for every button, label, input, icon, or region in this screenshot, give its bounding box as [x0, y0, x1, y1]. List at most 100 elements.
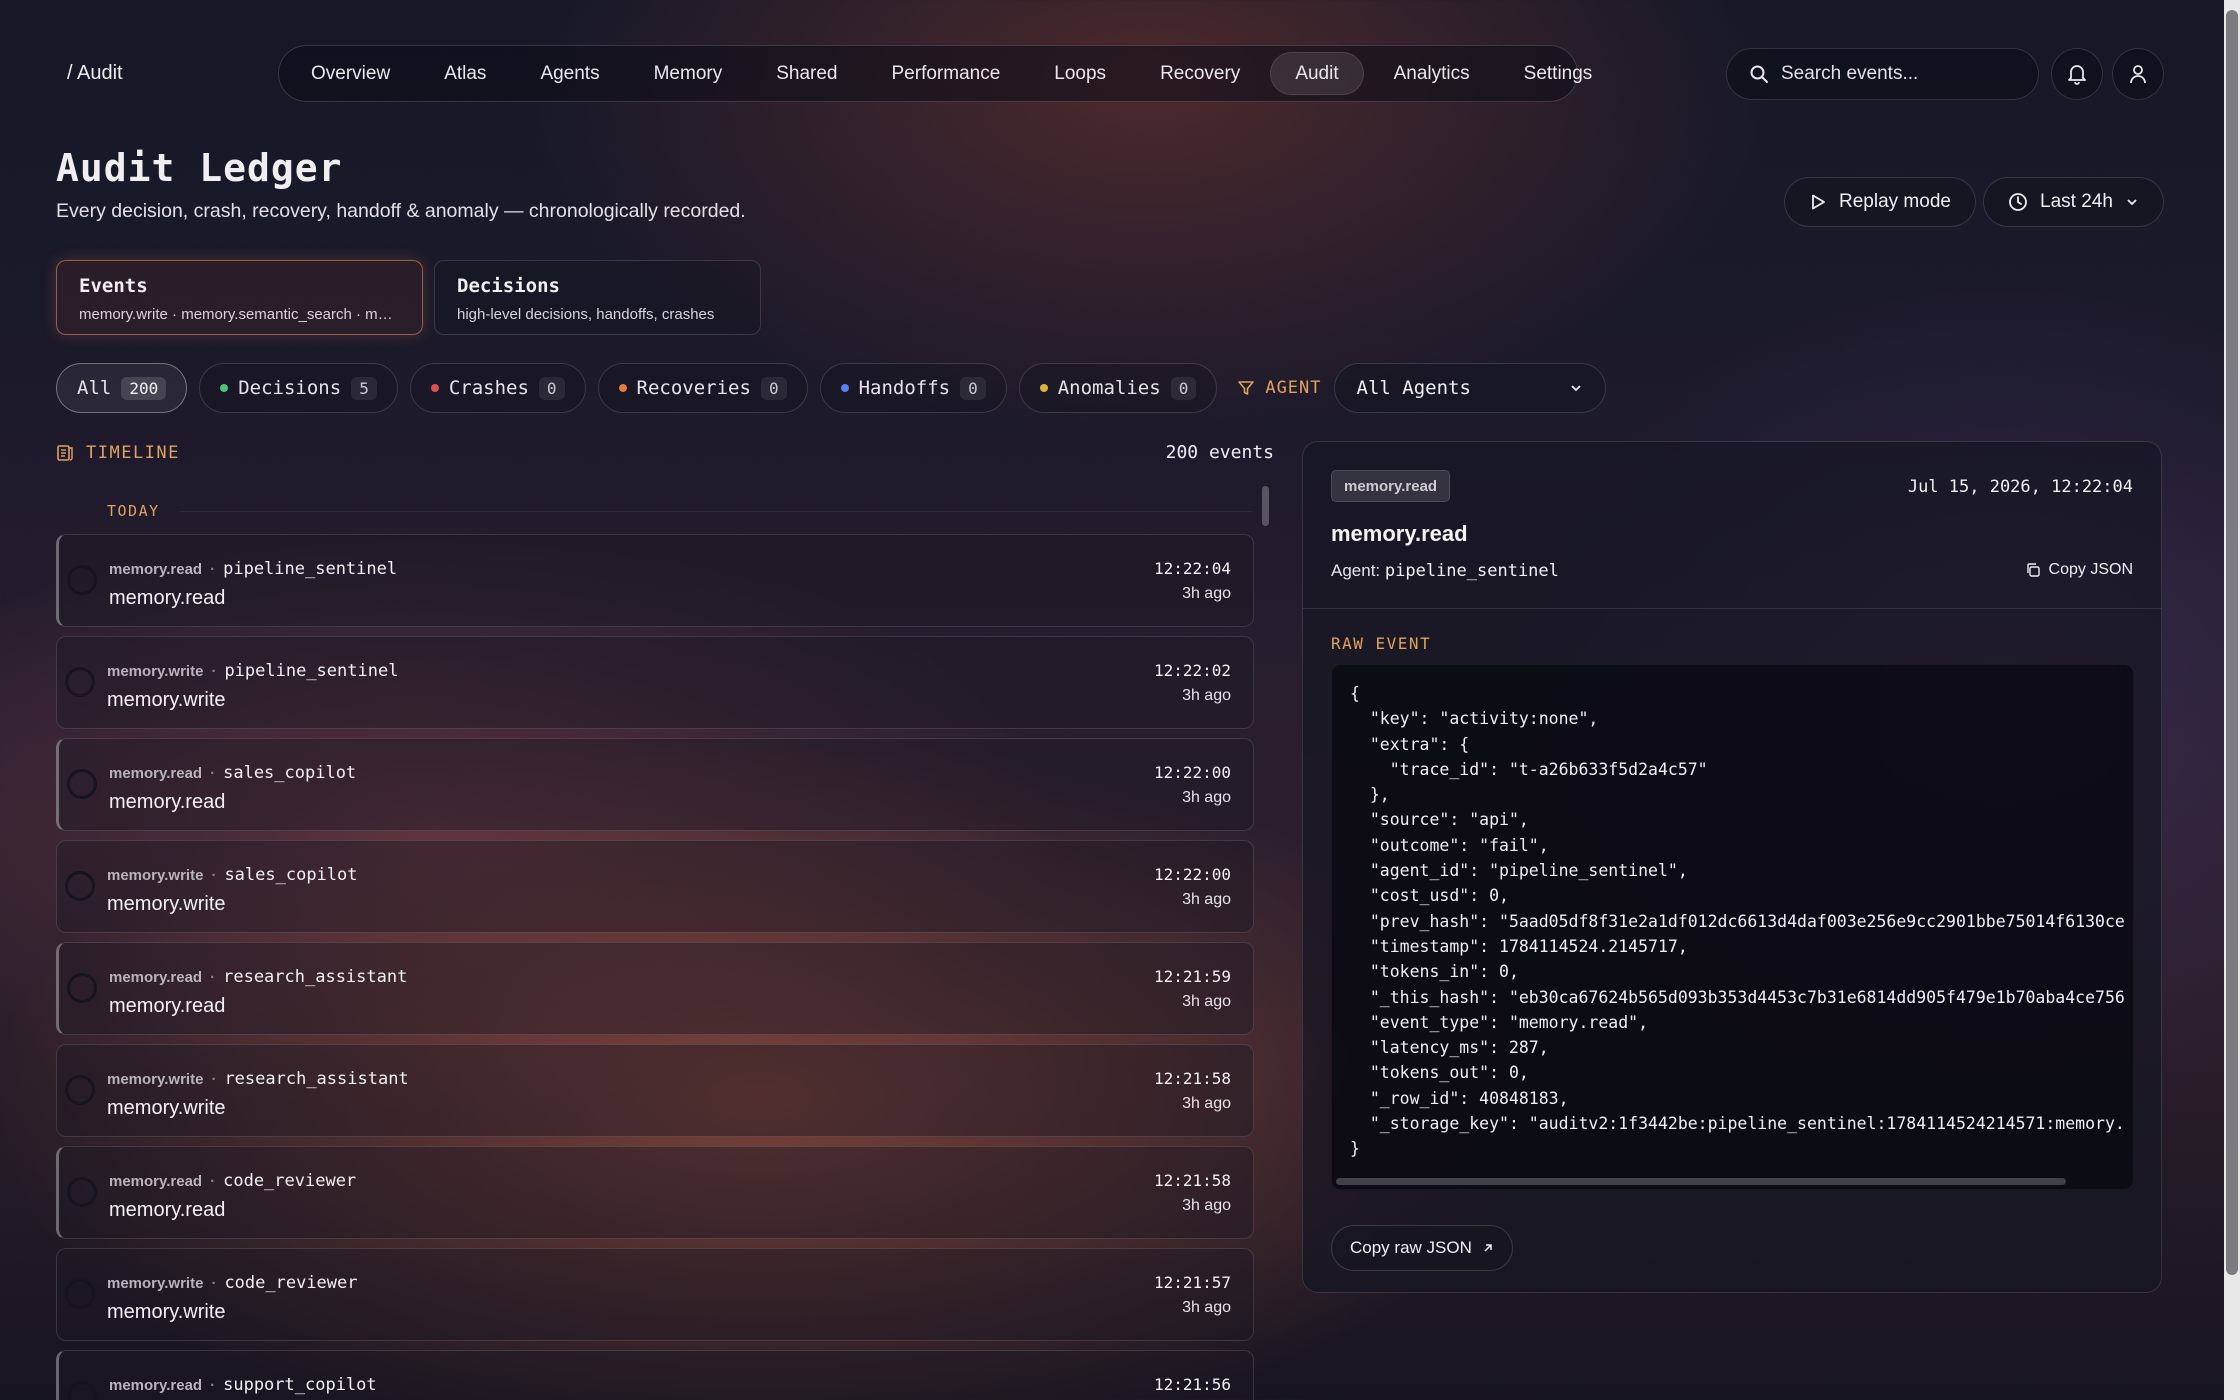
event-relative-time: 3h ago	[1182, 891, 1231, 908]
timeline-node	[67, 565, 97, 595]
event-type-line: memory.write · code_reviewer	[107, 1273, 358, 1293]
event-time: 12:22:02	[1153, 661, 1231, 680]
filter-chip-recoveries[interactable]: Recoveries 0	[597, 363, 808, 413]
timeline-node	[67, 1381, 97, 1400]
chevron-down-icon	[1570, 385, 1581, 392]
event-row[interactable]: memory.read · support_copilotmemory.read 12…	[56, 1350, 1254, 1400]
nav-item-overview[interactable]: Overview	[287, 52, 414, 95]
filter-chip-label: Handoffs	[858, 377, 951, 399]
filter-chip-handoffs[interactable]: Handoffs 0	[819, 363, 1007, 413]
event-row[interactable]: memory.read · code_reviewer memory.read 12:2…	[56, 1146, 1254, 1239]
event-type: memory.read	[109, 1173, 203, 1190]
copy-json-label: Copy JSON	[2048, 561, 2133, 578]
event-row[interactable]: memory.write · research_assistant memory.wr…	[56, 1044, 1254, 1137]
event-agent: sales_copilot	[223, 763, 357, 783]
chevron-down-icon	[2127, 199, 2137, 206]
nav-item-audit[interactable]: Audit	[1270, 52, 1364, 95]
page-scrollbar-thumb[interactable]	[2226, 10, 2238, 1275]
replay-mode-button[interactable]: Replay mode	[1784, 177, 1976, 227]
search-box[interactable]	[1726, 48, 2039, 100]
event-title: memory.write	[107, 1301, 226, 1323]
time-range-dropdown[interactable]: Last 24h	[1983, 177, 2164, 227]
agent-filter-label: AGENT	[1237, 378, 1321, 398]
timeline-node	[65, 1279, 95, 1309]
event-agent: pipeline_sentinel	[224, 661, 399, 681]
status-dot	[430, 384, 439, 392]
timeline-scrollbar[interactable]	[1262, 486, 1269, 526]
event-row[interactable]: memory.read · sales_copilot memory.read 12:2…	[56, 738, 1254, 831]
raw-json-block[interactable]: { "key": "activity:none", "extra": { "tr…	[1331, 664, 2134, 1190]
event-type-line: memory.read · sales_copilot	[109, 763, 356, 783]
event-detail-panel: memory.read Jul 15, 2026, 12:22:04 memor…	[1302, 441, 2162, 1293]
group-divider	[180, 511, 1252, 512]
event-row[interactable]: memory.write · code_reviewer memory.write 12…	[56, 1248, 1254, 1341]
filter-chip-crashes[interactable]: Crashes 0	[409, 363, 586, 413]
event-time: 12:22:00	[1153, 865, 1231, 884]
timeline-label-text: TIMELINE	[86, 442, 180, 463]
tab-decisions-desc: high-level decisions, handoffs, crashes	[457, 306, 715, 323]
event-row[interactable]: memory.read · research_assistant memory.rea…	[56, 942, 1254, 1035]
filter-bar: All 200 Decisions 5 Crashes 0 Recoveries 0 Hando…	[56, 363, 1606, 413]
nav-item-loops[interactable]: Loops	[1030, 52, 1130, 95]
notifications-button[interactable]	[2051, 48, 2103, 100]
separator-dot: ·	[210, 1173, 216, 1190]
nav-item-settings[interactable]: Settings	[1500, 52, 1617, 95]
event-agent-name: pipeline_sentinel	[1384, 561, 1559, 581]
nav-item-shared[interactable]: Shared	[752, 52, 861, 95]
filter-chip-count: 0	[538, 376, 565, 400]
event-row[interactable]: memory.write · pipeline_sentinel memory.wri…	[56, 636, 1254, 729]
nav-item-performance[interactable]: Performance	[868, 52, 1025, 95]
event-type: memory.read	[109, 561, 203, 578]
event-relative-time: 3h ago	[1182, 1095, 1231, 1112]
page-title: Audit Ledger	[56, 146, 343, 190]
copy-raw-json-button[interactable]: Copy raw JSON	[1331, 1225, 1513, 1271]
event-relative-time: 3h ago	[1182, 789, 1231, 806]
event-type: memory.read	[109, 969, 203, 986]
filter-chip-decisions[interactable]: Decisions 5	[199, 363, 398, 413]
timeline-node	[65, 667, 95, 697]
nav-item-atlas[interactable]: Atlas	[420, 52, 510, 95]
event-type-line: memory.write · sales_copilot	[107, 865, 358, 885]
nav-item-recovery[interactable]: Recovery	[1136, 52, 1264, 95]
event-type: memory.write	[107, 867, 204, 884]
filter-chip-all[interactable]: All 200	[56, 363, 188, 413]
tab-events[interactable]: Events memory.write · memory.semantic_se…	[56, 260, 423, 335]
event-row[interactable]: memory.read · pipeline_sentinel memory.read…	[56, 534, 1254, 627]
event-relative-time: 3h ago	[1182, 1299, 1231, 1316]
agent-label-text: AGENT	[1265, 378, 1322, 398]
event-row[interactable]: memory.write · sales_copilot memory.write 12…	[56, 840, 1254, 933]
separator-dot: ·	[210, 1377, 216, 1394]
event-title: memory.read	[109, 1199, 226, 1221]
search-input[interactable]	[1781, 63, 2021, 85]
event-agent: Agent: pipeline_sentinel	[1331, 561, 1559, 581]
filter-chip-anomalies[interactable]: Anomalies 0	[1018, 363, 1218, 413]
raw-json-text: { "key": "activity:none", "extra": { "tr…	[1350, 684, 2125, 1159]
event-title: memory.read	[1331, 521, 1468, 546]
event-relative-time: 3h ago	[1182, 687, 1231, 704]
user-icon	[2130, 65, 2146, 84]
nav-item-memory[interactable]: Memory	[630, 52, 747, 95]
tab-decisions[interactable]: Decisions high-level decisions, handoffs…	[434, 260, 761, 335]
event-relative-time: 3h ago	[1182, 1197, 1231, 1214]
separator-dot: ·	[211, 663, 217, 680]
event-title: memory.write	[107, 689, 226, 711]
detail-divider	[1303, 608, 2161, 609]
event-title: memory.read	[109, 587, 226, 609]
event-type-line: memory.read · code_reviewer	[109, 1171, 356, 1191]
filter-chip-label: All	[77, 377, 112, 399]
copy-json-button[interactable]: Copy JSON	[2025, 561, 2133, 579]
filter-chip-count: 0	[760, 376, 787, 400]
tab-events-title: Events	[79, 275, 148, 297]
event-title: memory.write	[107, 893, 226, 915]
breadcrumb[interactable]: / Audit	[67, 62, 123, 85]
nav-item-analytics[interactable]: Analytics	[1370, 52, 1494, 95]
nav-item-agents[interactable]: Agents	[516, 52, 623, 95]
profile-button[interactable]	[2112, 48, 2164, 100]
event-type: memory.write	[107, 1071, 204, 1088]
separator-dot: ·	[211, 1275, 217, 1292]
agent-select[interactable]: All Agents	[1333, 363, 1606, 413]
copy-icon	[2026, 563, 2040, 577]
code-scrollbar[interactable]	[1336, 1178, 2066, 1185]
timeline-node	[65, 871, 95, 901]
filter-chip-label: Recoveries	[636, 377, 751, 399]
